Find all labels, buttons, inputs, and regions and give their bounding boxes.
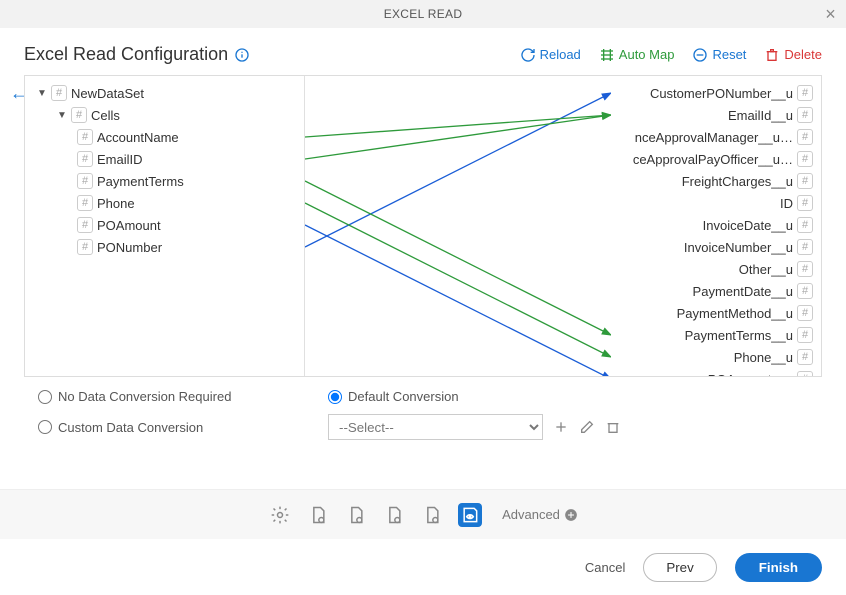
hash-icon: # xyxy=(797,327,813,343)
info-icon[interactable] xyxy=(234,47,250,63)
plus-circle-icon xyxy=(564,508,578,522)
hash-icon: # xyxy=(797,85,813,101)
source-field-paymentterms[interactable]: #PaymentTerms xyxy=(77,170,300,192)
edit-icon[interactable] xyxy=(579,419,595,435)
hash-icon: # xyxy=(77,173,93,189)
target-tree-pane: CustomerPONumber__u#EmailId__u#…nceAppro… xyxy=(611,76,821,376)
radio-default-conversion-input[interactable] xyxy=(328,390,342,404)
hash-icon: # xyxy=(797,107,813,123)
window-title: EXCEL READ xyxy=(384,7,463,21)
automap-icon xyxy=(599,47,615,63)
step-settings-icon[interactable] xyxy=(268,503,292,527)
hash-icon: # xyxy=(797,151,813,167)
hash-icon: # xyxy=(797,173,813,189)
mapping-wires xyxy=(305,76,611,376)
header-actions: Reload Auto Map Reset Delete xyxy=(520,47,822,63)
hash-icon: # xyxy=(77,239,93,255)
tree-root[interactable]: ▼#NewDataSet xyxy=(37,82,300,104)
header: Excel Read Configuration Reload Auto Map… xyxy=(0,28,846,75)
hash-icon: # xyxy=(71,107,87,123)
target-field[interactable]: Other__u# xyxy=(611,258,817,280)
advanced-toggle[interactable]: Advanced xyxy=(502,507,578,522)
hash-icon: # xyxy=(77,129,93,145)
prev-button[interactable]: Prev xyxy=(643,553,716,582)
reload-icon xyxy=(520,47,536,63)
hash-icon: # xyxy=(51,85,67,101)
mapping-canvas xyxy=(305,76,611,376)
add-icon[interactable] xyxy=(553,419,569,435)
step-file2-icon[interactable] xyxy=(344,503,368,527)
cancel-button[interactable]: Cancel xyxy=(585,560,625,575)
custom-conversion-controls: --Select-- xyxy=(328,414,621,440)
source-field-emailid[interactable]: #EmailID xyxy=(77,148,300,170)
conversion-select[interactable]: --Select-- xyxy=(328,414,543,440)
hash-icon: # xyxy=(797,195,813,211)
target-field[interactable]: EmailId__u# xyxy=(611,104,817,126)
hash-icon: # xyxy=(77,151,93,167)
radio-no-conversion-input[interactable] xyxy=(38,390,52,404)
radio-no-conversion[interactable]: No Data Conversion Required xyxy=(38,389,288,404)
hash-icon: # xyxy=(797,283,813,299)
target-field[interactable]: PaymentDate__u# xyxy=(611,280,817,302)
step-file3-icon[interactable] xyxy=(382,503,406,527)
source-field-accountname[interactable]: #AccountName xyxy=(77,126,300,148)
reset-icon xyxy=(692,47,708,63)
hash-icon: # xyxy=(797,261,813,277)
target-field[interactable]: …ceApprovalPayOfficer__u# xyxy=(611,148,817,170)
target-field[interactable]: …nceApprovalManager__u# xyxy=(611,126,817,148)
step-preview-icon[interactable] xyxy=(458,503,482,527)
target-field[interactable]: InvoiceDate__u# xyxy=(611,214,817,236)
footer: Cancel Prev Finish xyxy=(0,539,846,595)
target-field[interactable]: POAmount__u# xyxy=(611,368,817,377)
hash-icon: # xyxy=(797,239,813,255)
target-field[interactable]: Phone__u# xyxy=(611,346,817,368)
hash-icon: # xyxy=(77,217,93,233)
hash-icon: # xyxy=(797,305,813,321)
source-tree-pane: ▼#NewDataSet▼#Cells#AccountName#EmailID#… xyxy=(25,76,305,376)
conversion-row-1: No Data Conversion Required Default Conv… xyxy=(0,377,846,410)
step-file1-icon[interactable] xyxy=(306,503,330,527)
target-field[interactable]: InvoiceNumber__u# xyxy=(611,236,817,258)
field-mapper: ▼#NewDataSet▼#Cells#AccountName#EmailID#… xyxy=(24,75,822,377)
target-field[interactable]: PaymentTerms__u# xyxy=(611,324,817,346)
delete-button[interactable]: Delete xyxy=(764,47,822,63)
delete-mini-icon[interactable] xyxy=(605,419,621,435)
trash-icon xyxy=(764,47,780,63)
tree-group[interactable]: ▼#Cells xyxy=(57,104,300,126)
reload-button[interactable]: Reload xyxy=(520,47,581,63)
radio-custom-conversion[interactable]: Custom Data Conversion xyxy=(38,420,288,435)
conversion-row-2: Custom Data Conversion --Select-- xyxy=(0,410,846,446)
target-field[interactable]: FreightCharges__u# xyxy=(611,170,817,192)
finish-button[interactable]: Finish xyxy=(735,553,822,582)
hash-icon: # xyxy=(797,349,813,365)
page-title: Excel Read Configuration xyxy=(24,44,250,65)
source-field-phone[interactable]: #Phone xyxy=(77,192,300,214)
target-field[interactable]: CustomerPONumber__u# xyxy=(611,82,817,104)
radio-default-conversion[interactable]: Default Conversion xyxy=(328,389,578,404)
source-field-ponumber[interactable]: #PONumber xyxy=(77,236,300,258)
radio-custom-conversion-input[interactable] xyxy=(38,420,52,434)
target-field[interactable]: ID# xyxy=(611,192,817,214)
step-bar: Advanced xyxy=(0,489,846,539)
hash-icon: # xyxy=(797,129,813,145)
target-field[interactable]: PaymentMethod__u# xyxy=(611,302,817,324)
titlebar: EXCEL READ × xyxy=(0,0,846,28)
step-file4-icon[interactable] xyxy=(420,503,444,527)
reset-button[interactable]: Reset xyxy=(692,47,746,63)
hash-icon: # xyxy=(77,195,93,211)
automap-button[interactable]: Auto Map xyxy=(599,47,675,63)
hash-icon: # xyxy=(797,371,813,377)
close-icon[interactable]: × xyxy=(825,4,836,25)
source-field-poamount[interactable]: #POAmount xyxy=(77,214,300,236)
hash-icon: # xyxy=(797,217,813,233)
